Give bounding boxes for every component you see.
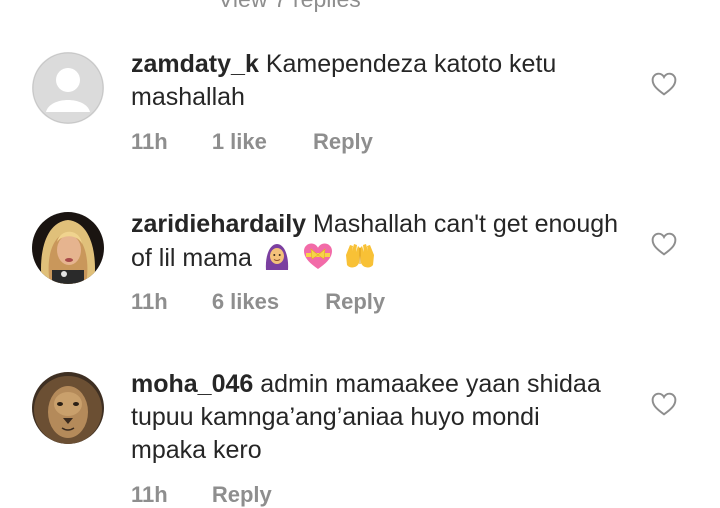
reply-button[interactable]: Reply <box>325 289 385 315</box>
default-avatar-icon <box>32 52 104 124</box>
woman-with-headscarf-emoji <box>262 241 292 280</box>
avatar[interactable] <box>32 372 104 444</box>
reply-button[interactable]: Reply <box>313 129 373 155</box>
comment-text: zaridiehardaily Mashallah can't get enou… <box>131 208 621 280</box>
comment-username[interactable]: moha_046 <box>131 370 253 398</box>
comment-likes[interactable]: 6 likes <box>212 289 279 315</box>
palms-up-together-emoji <box>344 241 376 280</box>
comment-time: 11h <box>131 129 168 154</box>
lion-photo-avatar <box>32 372 104 444</box>
comment-text: zamdaty_k Kamependeza katoto ketu mashal… <box>131 48 621 114</box>
reply-button[interactable]: Reply <box>212 482 272 508</box>
like-heart-icon[interactable] <box>651 392 677 416</box>
comment-meta: 11h 1 like Reply <box>131 129 373 155</box>
comment-time: 11h <box>131 289 168 314</box>
comment-meta: 11h 6 likes Reply <box>131 289 385 315</box>
comment-meta: 11h Reply <box>131 482 272 508</box>
comment-username[interactable]: zamdaty_k <box>131 50 259 78</box>
like-heart-icon[interactable] <box>651 72 677 96</box>
heart-with-ribbon-emoji <box>302 241 334 280</box>
comment-text: moha_046 admin mamaakee yaan shidaa tupu… <box>131 368 621 467</box>
comment-likes[interactable]: 1 like <box>212 129 267 155</box>
woman-photo-avatar <box>32 212 104 284</box>
avatar[interactable] <box>32 212 104 284</box>
comment-time: 11h <box>131 482 168 507</box>
view-replies-link[interactable]: View 7 replies <box>218 0 361 13</box>
like-heart-icon[interactable] <box>651 232 677 256</box>
comment-username[interactable]: zaridiehardaily <box>131 210 306 238</box>
avatar[interactable] <box>32 52 104 124</box>
